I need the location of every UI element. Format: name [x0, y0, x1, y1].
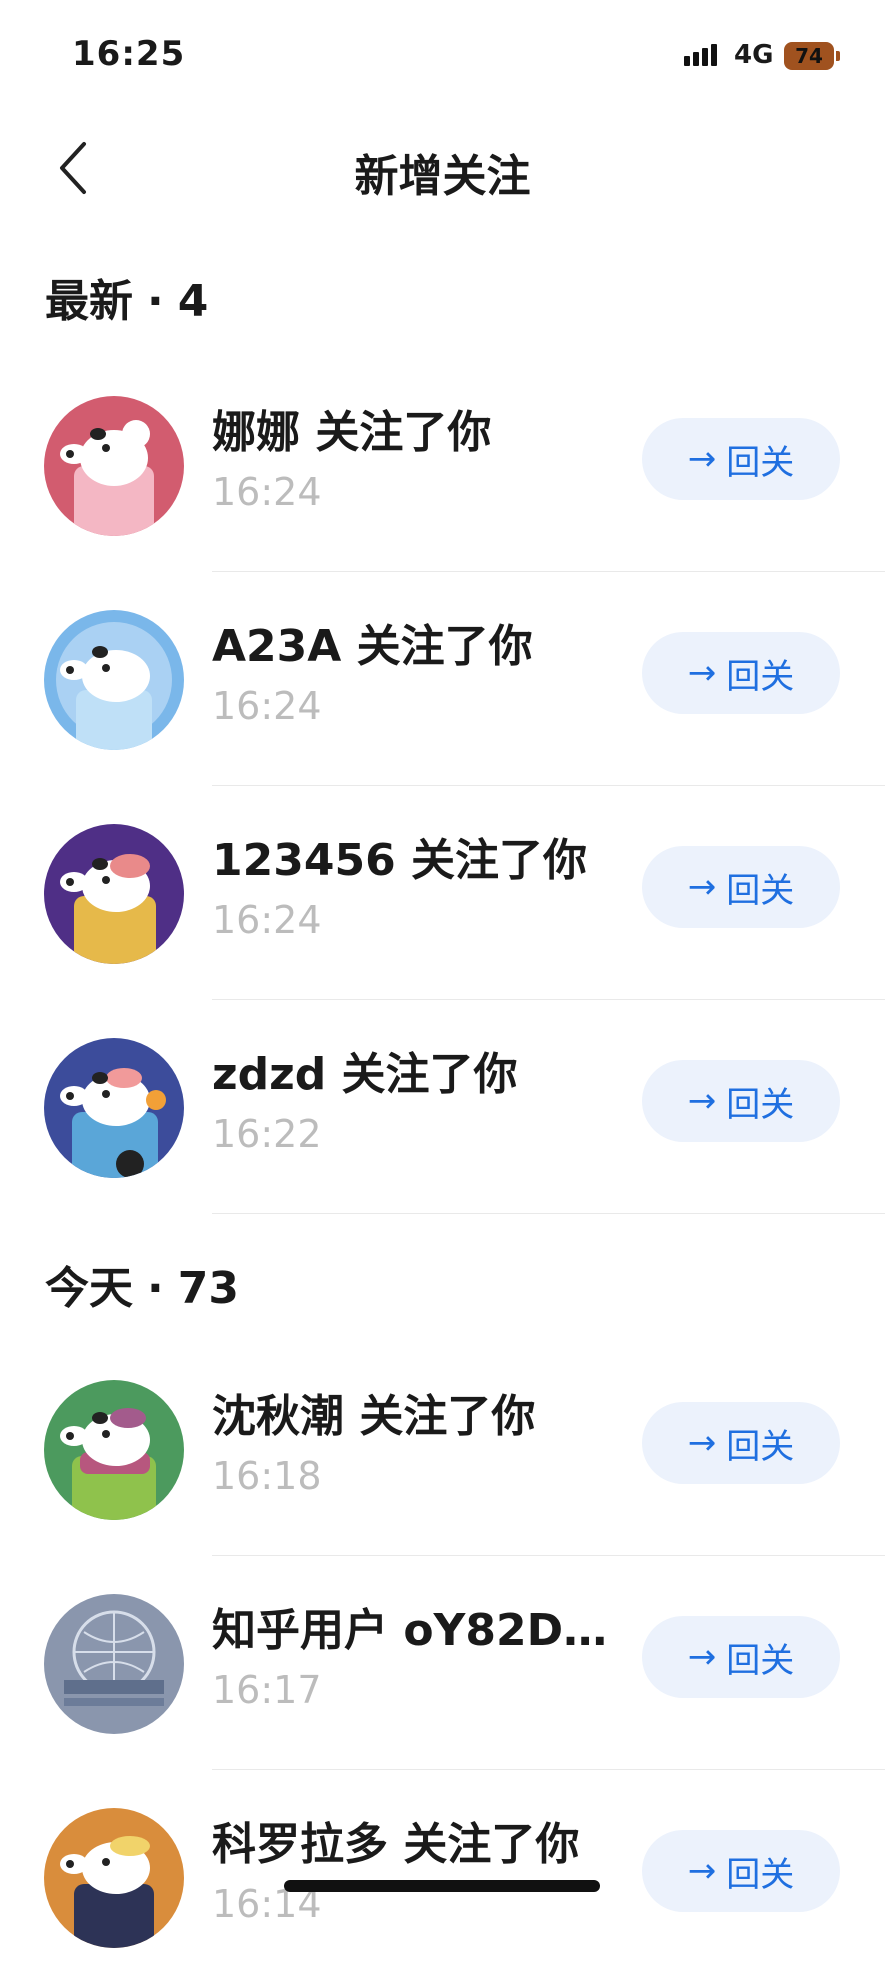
- section-header-latest: 最新 · 4: [45, 276, 209, 327]
- battery-icon: 74: [784, 42, 834, 70]
- signal-icon: [684, 44, 717, 66]
- status-time: 16:25: [72, 34, 186, 74]
- arrow-right-icon: →: [687, 1423, 717, 1463]
- follow-time: 16:24: [212, 898, 322, 942]
- status-bar: 16:25 4G 74: [0, 0, 885, 110]
- follower-row[interactable]: zdzd 关注了你 16:22 → 回关: [0, 1000, 885, 1214]
- follow-back-label: 回关: [726, 1426, 795, 1467]
- follow-back-button[interactable]: → 回关: [642, 1060, 840, 1142]
- section-label: 今天: [45, 1263, 133, 1314]
- follow-back-label: 回关: [726, 656, 795, 697]
- battery-tip: [836, 51, 840, 61]
- follow-back-button[interactable]: → 回关: [642, 1830, 840, 1912]
- section-count: 4: [177, 276, 209, 327]
- follow-back-label: 回关: [726, 1854, 795, 1895]
- follower-name: 科罗拉多 关注了你: [212, 1819, 580, 1870]
- follow-back-button[interactable]: → 回关: [642, 418, 840, 500]
- arrow-right-icon: →: [687, 867, 717, 907]
- follow-back-label: 回关: [726, 870, 795, 911]
- follow-back-label: 回关: [726, 1084, 795, 1125]
- follower-row[interactable]: 娜娜 关注了你 16:24 → 回关: [0, 358, 885, 572]
- follower-name: 123456 关注了你: [212, 835, 588, 886]
- arrow-right-icon: →: [687, 653, 717, 693]
- nav-bar: 新增关注: [0, 110, 885, 230]
- arrow-right-icon: →: [687, 439, 717, 479]
- divider: [212, 1213, 885, 1214]
- avatar[interactable]: [44, 396, 184, 536]
- follow-back-button[interactable]: → 回关: [642, 846, 840, 928]
- follower-name: zdzd 关注了你: [212, 1049, 518, 1100]
- follower-row[interactable]: 科罗拉多 关注了你 16:14 → 回关: [0, 1770, 885, 1984]
- follow-back-button[interactable]: → 回关: [642, 632, 840, 714]
- avatar[interactable]: [44, 1380, 184, 1520]
- follower-row[interactable]: 知乎用户 oY82D... 16:17 → 回关: [0, 1556, 885, 1770]
- arrow-right-icon: →: [687, 1637, 717, 1677]
- follower-name: 娜娜 关注了你: [212, 407, 492, 458]
- follow-time: 16:18: [212, 1454, 322, 1498]
- home-indicator[interactable]: [284, 1880, 600, 1892]
- follow-back-label: 回关: [726, 442, 795, 483]
- arrow-right-icon: →: [687, 1851, 717, 1891]
- section-label: 最新: [45, 276, 133, 327]
- avatar[interactable]: [44, 610, 184, 750]
- follow-time: 16:17: [212, 1668, 322, 1712]
- follow-back-button[interactable]: → 回关: [642, 1402, 840, 1484]
- follow-time: 16:24: [212, 684, 322, 728]
- avatar[interactable]: [44, 1808, 184, 1948]
- section-header-today: 今天 · 73: [45, 1263, 239, 1314]
- network-type: 4G: [734, 40, 774, 70]
- avatar[interactable]: [44, 824, 184, 964]
- follower-name: 沈秋潮 关注了你: [212, 1391, 536, 1442]
- follow-time: 16:24: [212, 470, 322, 514]
- avatar[interactable]: [44, 1038, 184, 1178]
- arrow-right-icon: →: [687, 1081, 717, 1121]
- page-title: 新增关注: [354, 151, 531, 202]
- follower-row[interactable]: 123456 关注了你 16:24 → 回关: [0, 786, 885, 1000]
- follow-time: 16:22: [212, 1112, 322, 1156]
- follower-row[interactable]: A23A 关注了你 16:24 → 回关: [0, 572, 885, 786]
- follow-back-label: 回关: [726, 1640, 795, 1681]
- follower-name: A23A 关注了你: [212, 621, 533, 672]
- follower-row[interactable]: 沈秋潮 关注了你 16:18 → 回关: [0, 1342, 885, 1556]
- avatar[interactable]: [44, 1594, 184, 1734]
- follow-back-button[interactable]: → 回关: [642, 1616, 840, 1698]
- follower-name: 知乎用户 oY82D...: [212, 1605, 612, 1656]
- section-count: 73: [177, 1263, 239, 1314]
